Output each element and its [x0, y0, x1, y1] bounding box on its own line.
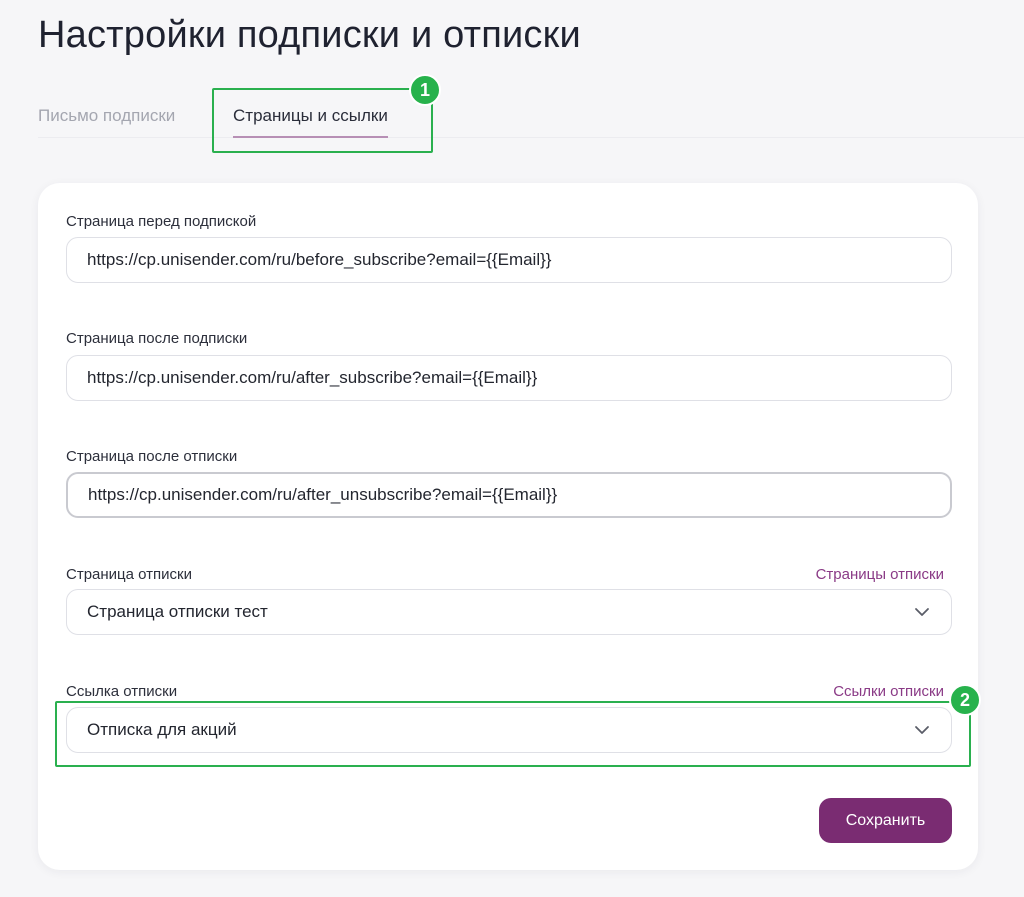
- before-subscribe-label: Страница перед подпиской: [66, 213, 257, 230]
- unsubscribe-link-select[interactable]: Отписка для акций: [66, 707, 952, 753]
- tab-subscription-email[interactable]: Письмо подписки: [38, 106, 175, 126]
- after-subscribe-input[interactable]: https://cp.unisender.com/ru/after_subscr…: [66, 355, 952, 401]
- chevron-down-icon: [915, 726, 929, 734]
- page-title: Настройки подписки и отписки: [38, 14, 581, 56]
- annotation-badge-1: 1: [409, 74, 441, 106]
- tab-pages-and-links[interactable]: Страницы и ссылки: [233, 106, 388, 138]
- unsubscribe-pages-link[interactable]: Страницы отписки: [816, 566, 944, 583]
- unsubscribe-links-link[interactable]: Ссылки отписки: [833, 683, 944, 700]
- unsubscribe-link-label: Ссылка отписки: [66, 683, 178, 700]
- unsubscribe-page-select[interactable]: Страница отписки тест: [66, 589, 952, 635]
- before-subscribe-input[interactable]: https://cp.unisender.com/ru/before_subsc…: [66, 237, 952, 283]
- tab-pages-and-links-label: Страницы и ссылки: [233, 106, 388, 125]
- unsubscribe-link-select-value: Отписка для акций: [87, 720, 237, 739]
- active-tab-underline: [233, 136, 388, 138]
- after-subscribe-label: Страница после подписки: [66, 330, 248, 347]
- settings-card: Страница перед подпиской https://cp.unis…: [38, 183, 978, 870]
- after-unsubscribe-label: Страница после отписки: [66, 448, 238, 465]
- annotation-badge-2: 2: [949, 684, 981, 716]
- unsubscribe-page-label: Страница отписки: [66, 566, 192, 583]
- chevron-down-icon: [915, 608, 929, 616]
- save-button[interactable]: Сохранить: [819, 798, 952, 843]
- unsubscribe-page-select-value: Страница отписки тест: [87, 602, 268, 621]
- after-unsubscribe-input[interactable]: https://cp.unisender.com/ru/after_unsubs…: [66, 472, 952, 518]
- tab-bar: Письмо подписки Страницы и ссылки: [38, 88, 1024, 138]
